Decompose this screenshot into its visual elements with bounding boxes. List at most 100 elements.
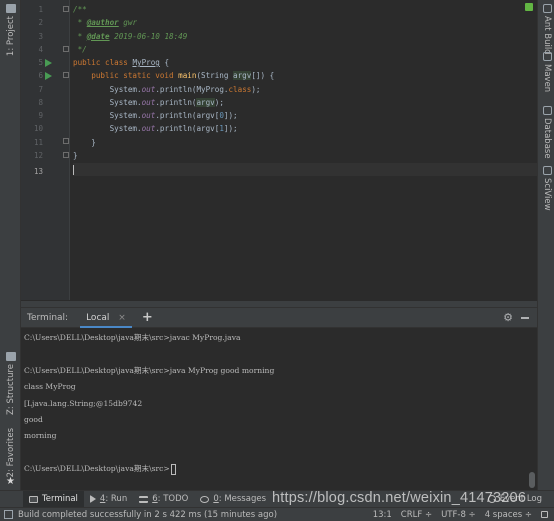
- indent-setting[interactable]: 4 spaces ÷: [485, 510, 532, 520]
- messages-tool-button[interactable]: 0: Messages: [194, 491, 272, 508]
- event-log-button[interactable]: Event Log: [487, 494, 554, 504]
- sciview-icon: [542, 166, 552, 175]
- code-line: System.out.println(argv);: [109, 97, 224, 107]
- structure-tool-label: Z: Structure: [5, 364, 16, 415]
- new-terminal-button[interactable]: +: [142, 308, 153, 328]
- fold-icon[interactable]: [63, 6, 69, 12]
- line-number-current: 13: [33, 167, 43, 176]
- ant-build-label: Ant Build: [542, 16, 552, 55]
- line-number: 9: [38, 111, 43, 120]
- terminal-cursor: [170, 463, 176, 475]
- line-number: 12: [33, 150, 43, 160]
- gear-icon[interactable]: ⚙: [503, 311, 513, 324]
- terminal-prompt: C:\Users\DELL\Desktop\java期末\src>: [24, 464, 170, 474]
- terminal-title: Terminal:: [27, 312, 69, 323]
- messages-icon: [200, 495, 210, 503]
- editor-gutter: 1 2 3 4 5 6 7 8 9 10 11 12 13: [21, 0, 70, 300]
- structure-tool-tab[interactable]: Z: Structure: [2, 352, 19, 415]
- terminal-header: Terminal: Local × + ⚙: [21, 308, 537, 328]
- line-number: 1: [38, 5, 43, 14]
- todo-tool-label: : TODO: [157, 494, 189, 504]
- status-bar: Build completed successfully in 2 s 422 …: [0, 507, 554, 521]
- code-line: System.out.println(MyProg.class);: [109, 84, 261, 94]
- terminal-scrollbar[interactable]: [529, 472, 535, 488]
- left-tool-strip: 1: Project Z: Structure 2: Favorites ★: [0, 0, 21, 490]
- line-number: 4: [38, 44, 43, 54]
- fold-icon[interactable]: [63, 152, 69, 158]
- ant-icon: [542, 4, 552, 13]
- todo-tool-button[interactable]: 6: TODO: [133, 491, 194, 508]
- terminal-line: C:\Users\DELL\Desktop\java期末\src>javac M…: [24, 333, 241, 342]
- project-tool-label: 1: Project: [5, 16, 16, 57]
- code-editor[interactable]: 1 2 3 4 5 6 7 8 9 10 11 12 13 /** * @aut…: [21, 0, 537, 300]
- terminal-line: class MyProg: [24, 382, 76, 392]
- event-log-icon: [487, 495, 496, 503]
- ant-build-tab[interactable]: Ant Build: [540, 4, 554, 55]
- todo-icon: [139, 495, 149, 503]
- code-line: * @author gwr: [73, 18, 138, 28]
- project-tool-tab[interactable]: 1: Project: [2, 4, 19, 56]
- code-line: */: [73, 44, 87, 54]
- minimize-icon[interactable]: [521, 317, 529, 319]
- code-line: * @date 2019-06-10 18:49: [73, 31, 188, 41]
- file-encoding[interactable]: UTF-8 ÷: [441, 510, 476, 520]
- terminal-tab-label: Local: [86, 312, 110, 323]
- code-line: public static void main(String argv[]) {: [73, 71, 275, 81]
- folder-icon: [5, 4, 16, 13]
- event-log-label: Event Log: [499, 494, 542, 504]
- run-class-icon[interactable]: [45, 59, 52, 67]
- line-number: 5: [38, 58, 43, 67]
- maven-label: Maven: [542, 64, 552, 93]
- inspection-ok-icon: [525, 3, 533, 11]
- favorites-tool-tab[interactable]: 2: Favorites ★: [2, 428, 19, 490]
- terminal-tool-button[interactable]: Terminal: [23, 490, 84, 508]
- line-separator[interactable]: CRLF ÷: [401, 510, 432, 520]
- fold-icon[interactable]: [63, 46, 69, 52]
- text-caret: [73, 165, 74, 175]
- line-number: 8: [38, 97, 43, 107]
- line-number: 10: [33, 124, 43, 134]
- close-tab-icon[interactable]: ×: [118, 313, 126, 323]
- favorites-tool-label: 2: Favorites: [5, 428, 16, 478]
- sciview-tab[interactable]: SciView: [540, 166, 554, 211]
- terminal-tab-local[interactable]: Local ×: [80, 308, 132, 328]
- tool-window-bar: Terminal 4: Run 6: TODO 0: Messages Even…: [0, 490, 554, 508]
- lock-icon[interactable]: [541, 511, 548, 518]
- status-message[interactable]: Build completed successfully in 2 s 422 …: [18, 510, 277, 520]
- messages-tool-label: : Messages: [218, 494, 266, 504]
- code-line: /**: [73, 5, 87, 14]
- maven-icon: [542, 52, 552, 61]
- code-line: }: [73, 150, 78, 160]
- database-icon: [542, 106, 552, 115]
- code-line: }: [73, 137, 96, 147]
- editor-scrollbar[interactable]: [525, 0, 533, 300]
- fold-icon[interactable]: [63, 72, 69, 78]
- run-tool-button[interactable]: 4: Run: [84, 491, 133, 508]
- caret-position[interactable]: 13:1: [373, 510, 392, 520]
- right-tool-strip: Ant Build Maven Database SciView: [537, 0, 554, 490]
- line-number: 6: [38, 71, 43, 81]
- terminal-tool-label: Terminal: [42, 494, 78, 504]
- run-main-icon[interactable]: [45, 72, 52, 80]
- star-icon: ★: [6, 476, 15, 488]
- line-number: 2: [38, 18, 43, 28]
- sciview-label: SciView: [542, 178, 552, 211]
- run-icon: [89, 495, 96, 503]
- structure-icon: [5, 352, 16, 361]
- terminal-icon: [29, 495, 38, 503]
- maven-tab[interactable]: Maven: [540, 52, 554, 92]
- code-line: public class MyProg {: [73, 58, 170, 67]
- fold-icon[interactable]: [63, 138, 69, 144]
- terminal-line: morning: [24, 431, 57, 441]
- terminal-output[interactable]: C:\Users\DELL\Desktop\java期末\src>javac M…: [21, 328, 537, 490]
- run-tool-label: : Run: [105, 494, 128, 504]
- database-label: Database: [542, 118, 552, 159]
- code-line: System.out.println(argv[0]);: [109, 111, 238, 120]
- database-tab[interactable]: Database: [540, 106, 554, 159]
- terminal-line: C:\Users\DELL\Desktop\java期末\src>java My…: [24, 365, 275, 375]
- line-number: 3: [38, 31, 43, 41]
- terminal-prompt-line: C:\Users\DELL\Desktop\java期末\src>: [24, 461, 176, 477]
- code-line: System.out.println(argv[1]);: [109, 124, 238, 134]
- terminal-line: [Ljava.lang.String;@15db9742: [24, 398, 143, 408]
- tool-windows-icon[interactable]: [4, 510, 13, 519]
